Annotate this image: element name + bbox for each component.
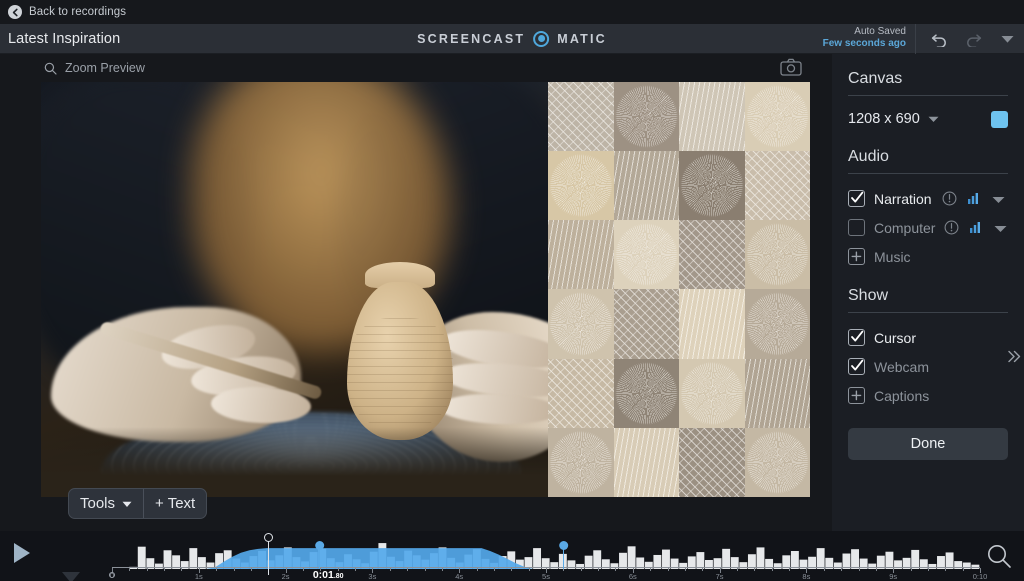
timeline-tick-label: 2s bbox=[282, 572, 290, 581]
record-dot-icon bbox=[533, 31, 549, 47]
autosave-timestamp: Few seconds ago bbox=[823, 38, 906, 50]
history-chevron-down-icon[interactable] bbox=[998, 30, 1016, 48]
info-icon[interactable] bbox=[942, 191, 958, 207]
zoom-preview-bar: Zoom Preview bbox=[0, 54, 832, 82]
title-bar: Latest Inspiration SCREENCAST MATIC Auto… bbox=[0, 24, 1024, 54]
narration-checkbox[interactable] bbox=[848, 190, 865, 207]
redo-icon[interactable] bbox=[964, 30, 982, 48]
show-section-title: Show bbox=[848, 287, 1008, 305]
timeline-tick-label: 5s bbox=[542, 572, 550, 581]
tools-button-label: Tools bbox=[80, 495, 115, 512]
done-button[interactable]: Done bbox=[848, 428, 1008, 460]
timeline[interactable]: 1s2s3s4s5s6s7s8s9s0:10 0:01.80 0 bbox=[0, 531, 1024, 581]
music-label: Music bbox=[874, 249, 911, 265]
canvas-scene-tiles bbox=[548, 82, 810, 497]
cursor-checkbox[interactable] bbox=[848, 329, 865, 346]
add-captions-icon[interactable] bbox=[848, 387, 865, 404]
timeline-zoom-icon[interactable] bbox=[986, 543, 1012, 574]
chevron-double-right-icon[interactable] bbox=[1007, 349, 1022, 369]
playhead[interactable] bbox=[268, 537, 269, 575]
chevron-down-icon[interactable] bbox=[928, 110, 939, 128]
timeline-tick-label: 6s bbox=[629, 572, 637, 581]
webcam-checkbox[interactable] bbox=[848, 358, 865, 375]
playhead-time: 0:01 bbox=[313, 569, 334, 581]
canvas-section-title: Canvas bbox=[848, 70, 1008, 88]
timeline-tick-label: 1s bbox=[195, 572, 203, 581]
webcam-label: Webcam bbox=[874, 359, 929, 375]
camera-icon[interactable] bbox=[780, 58, 802, 78]
computer-checkbox[interactable] bbox=[848, 219, 865, 236]
computer-chevron-down-icon[interactable] bbox=[994, 220, 1010, 236]
audio-row-computer[interactable]: Computer bbox=[848, 213, 1008, 242]
canvas-color-swatch[interactable] bbox=[991, 111, 1008, 128]
autosave-status: Auto Saved Few seconds ago bbox=[823, 26, 906, 50]
video-canvas[interactable] bbox=[41, 82, 810, 497]
timeline-tick-label: 8s bbox=[802, 572, 810, 581]
back-arrow-circle-icon[interactable] bbox=[8, 5, 22, 19]
narration-chevron-down-icon[interactable] bbox=[992, 191, 1008, 207]
playhead-knob[interactable] bbox=[264, 533, 273, 542]
timeline-zero-label: 0 bbox=[110, 571, 114, 580]
timeline-tick-label: 7s bbox=[716, 572, 724, 581]
history-controls bbox=[915, 24, 1016, 54]
timeline-tick-label: 3s bbox=[368, 572, 376, 581]
captions-label: Captions bbox=[874, 388, 929, 404]
canvas-size-row: 1208 x 690 bbox=[848, 106, 1008, 132]
zoom-preview-control[interactable]: Zoom Preview bbox=[44, 61, 145, 75]
screencast-o-matic-editor: Back to recordings Latest Inspiration SC… bbox=[0, 0, 1024, 581]
add-text-button[interactable]: + Text bbox=[143, 489, 206, 518]
app-logo: SCREENCAST MATIC bbox=[417, 31, 607, 47]
timeline-track[interactable]: 1s2s3s4s5s6s7s8s9s0:10 0:01.80 bbox=[112, 531, 980, 581]
properties-sidebar: Canvas 1208 x 690 Audio Narration bbox=[832, 54, 1024, 531]
zoom-preview-label: Zoom Preview bbox=[65, 61, 145, 75]
editor-stage: Zoom Preview bbox=[0, 54, 832, 531]
magnifier-icon bbox=[44, 62, 57, 75]
undo-icon[interactable] bbox=[930, 30, 948, 48]
back-bar: Back to recordings bbox=[0, 0, 1024, 24]
timeline-tick-label: 9s bbox=[889, 572, 897, 581]
show-row-cursor[interactable]: Cursor bbox=[848, 323, 1008, 352]
show-row-captions[interactable]: Captions bbox=[848, 381, 1008, 410]
divider bbox=[848, 312, 1008, 313]
page-title[interactable]: Latest Inspiration bbox=[0, 31, 120, 47]
audio-row-music[interactable]: Music bbox=[848, 242, 1008, 271]
add-music-icon[interactable] bbox=[848, 248, 865, 265]
audio-levels-icon[interactable] bbox=[969, 220, 985, 236]
canvas-size-value[interactable]: 1208 x 690 bbox=[848, 111, 920, 127]
narration-label: Narration bbox=[874, 191, 932, 207]
chevron-down-icon bbox=[122, 495, 132, 512]
logo-text-right: MATIC bbox=[557, 32, 607, 46]
autosave-label: Auto Saved bbox=[823, 26, 906, 38]
show-row-webcam[interactable]: Webcam bbox=[848, 352, 1008, 381]
timeline-tick-label: 4s bbox=[455, 572, 463, 581]
logo-text-left: SCREENCAST bbox=[417, 32, 525, 46]
timeline-ruler: 1s2s3s4s5s6s7s8s9s0:10 bbox=[112, 567, 980, 581]
info-icon[interactable] bbox=[944, 220, 960, 236]
tools-toolbar: Tools + Text bbox=[68, 488, 207, 519]
tools-pill-pointer bbox=[62, 572, 80, 581]
cursor-label: Cursor bbox=[874, 330, 916, 346]
audio-section-title: Audio bbox=[848, 148, 1008, 166]
playhead-timecode: 0:01.80 bbox=[313, 569, 344, 581]
audio-row-narration[interactable]: Narration bbox=[848, 184, 1008, 213]
audio-levels-icon[interactable] bbox=[967, 191, 983, 207]
done-button-label: Done bbox=[911, 436, 946, 452]
play-icon[interactable] bbox=[12, 542, 32, 569]
computer-label: Computer bbox=[874, 220, 935, 236]
divider bbox=[848, 173, 1008, 174]
divider bbox=[848, 95, 1008, 96]
playhead-fraction: .80 bbox=[334, 573, 344, 580]
add-text-label: + Text bbox=[155, 495, 195, 512]
back-to-recordings-link[interactable]: Back to recordings bbox=[29, 6, 126, 18]
tools-button[interactable]: Tools bbox=[69, 489, 143, 518]
audio-waveform bbox=[112, 533, 980, 569]
canvas-scene-pottery bbox=[41, 82, 548, 497]
